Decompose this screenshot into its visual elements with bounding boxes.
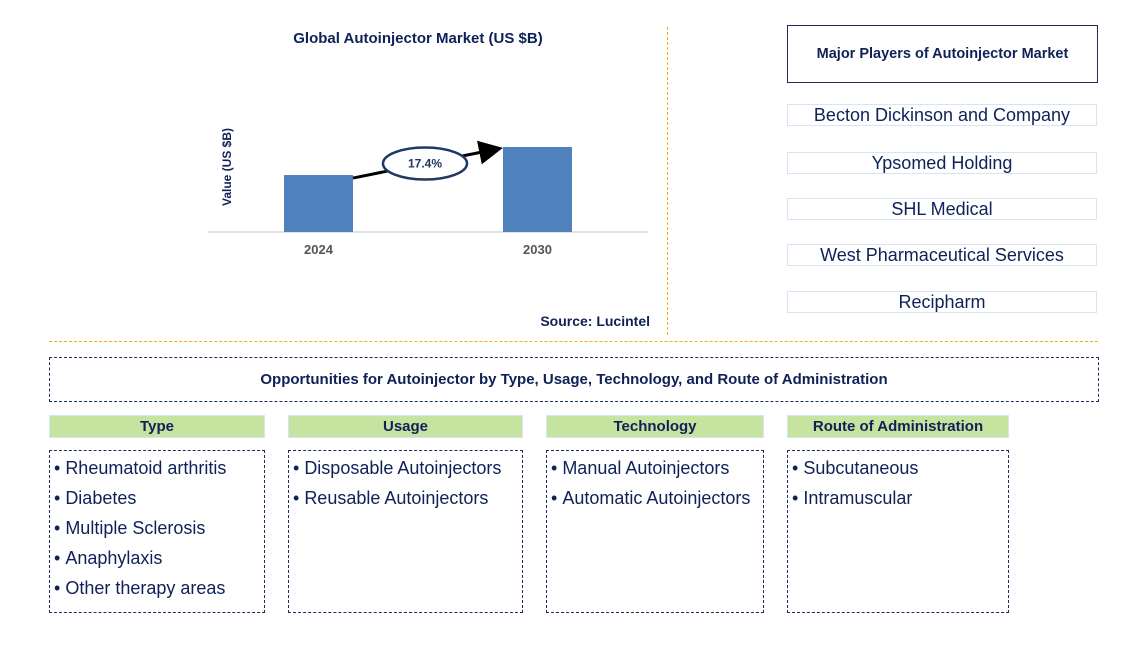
bar-2024 [284,175,353,232]
market-chart: Global Autoinjector Market (US $B) Value… [208,30,650,329]
list-item: Manual Autoinjectors [551,453,763,483]
category-list-route: Subcutaneous Intramuscular [787,450,1009,613]
list-item: Intramuscular [792,483,1008,513]
list-item: Subcutaneous [792,453,1008,483]
category-header-usage: Usage [288,415,523,438]
list-item: Multiple Sclerosis [54,513,264,543]
players-title: Major Players of Autoinjector Market [787,25,1098,83]
list-item: Other therapy areas [54,573,264,603]
player-item: Ypsomed Holding [787,152,1097,174]
y-axis-label: Value (US $B) [220,128,234,206]
opportunities-title: Opportunities for Autoinjector by Type, … [49,357,1099,402]
player-item: Becton Dickinson and Company [787,104,1097,126]
vertical-divider [667,27,668,335]
player-item: West Pharmaceutical Services [787,244,1097,266]
category-list-technology: Manual Autoinjectors Automatic Autoinjec… [546,450,764,613]
category-list-usage: Disposable Autoinjectors Reusable Autoin… [288,450,523,613]
cagr-label: 17.4% [408,157,442,171]
list-item: Diabetes [54,483,264,513]
horizontal-divider [49,341,1098,342]
chart-title: Global Autoinjector Market (US $B) [293,30,542,47]
x-tick-label: 2024 [304,242,334,257]
category-header-route: Route of Administration [787,415,1009,438]
player-item: SHL Medical [787,198,1097,220]
category-header-technology: Technology [546,415,764,438]
x-tick-label: 2030 [523,242,552,257]
list-item: Automatic Autoinjectors [551,483,763,513]
category-list-type: Rheumatoid arthritis Diabetes Multiple S… [49,450,265,613]
list-item: Reusable Autoinjectors [293,483,522,513]
list-item: Disposable Autoinjectors [293,453,522,483]
category-header-type: Type [49,415,265,438]
list-item: Anaphylaxis [54,543,264,573]
list-item: Rheumatoid arthritis [54,453,264,483]
source-label: Source: Lucintel [540,313,650,329]
player-item: Recipharm [787,291,1097,313]
bar-2030 [503,147,572,232]
